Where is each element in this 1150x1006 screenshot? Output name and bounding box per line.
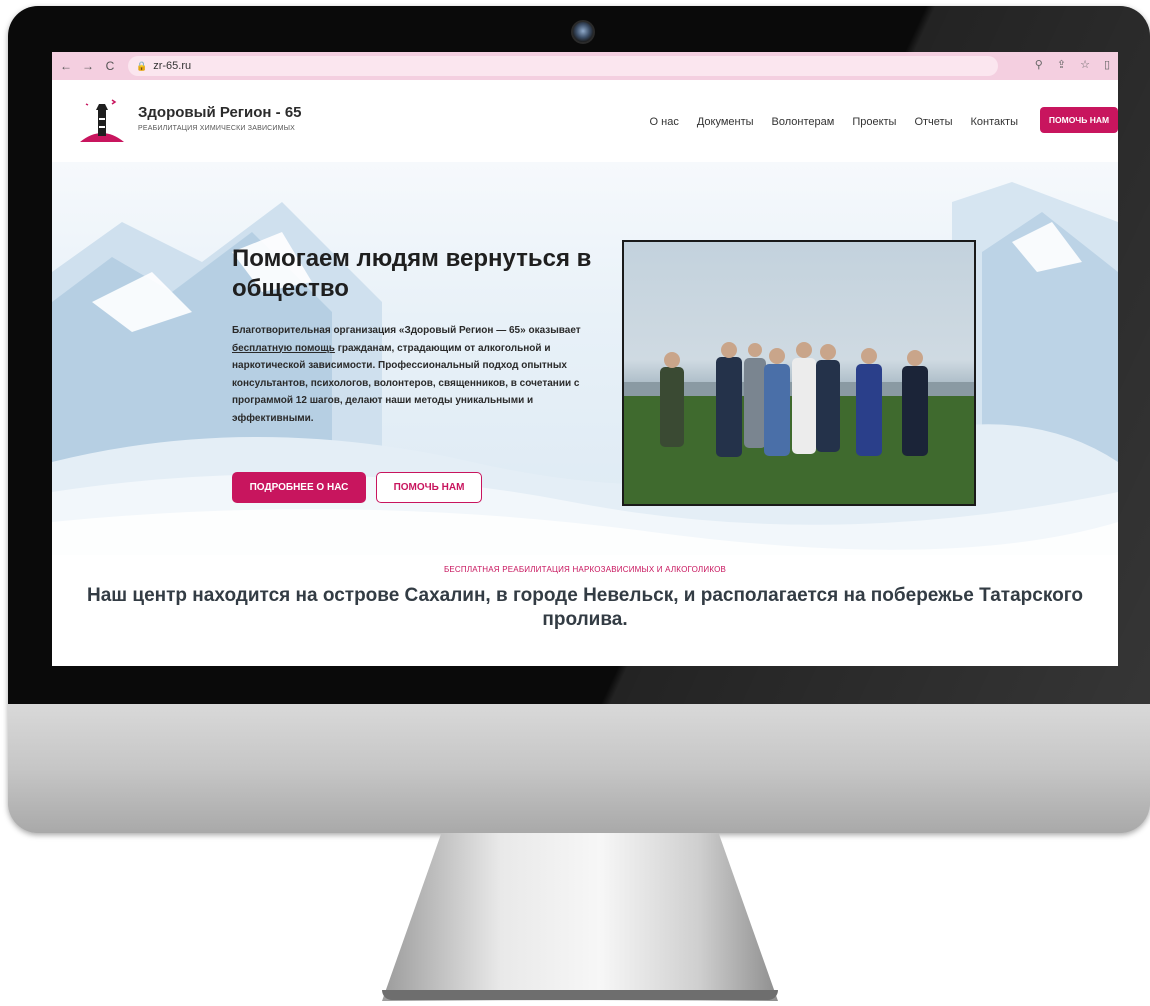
site-header: Здоровый Регион - 65 РЕАБИЛИТАЦИЯ ХИМИЧЕ…	[52, 80, 1118, 162]
section-headline: Наш центр находится на острове Сахалин, …	[86, 585, 1083, 630]
lock-icon: 🔒	[136, 60, 148, 71]
group-photo-illustration	[624, 342, 974, 504]
zoom-icon[interactable]: ⚲	[1035, 58, 1043, 71]
back-icon[interactable]: ←	[58, 59, 74, 73]
group-photo	[622, 240, 976, 506]
menu-item-contacts[interactable]: Контакты	[970, 116, 1018, 128]
main-menu: О нас Документы Волонтерам Проекты Отчет…	[650, 116, 1018, 128]
brand-title[interactable]: Здоровый Регион - 65	[138, 104, 302, 121]
forward-icon[interactable]: →	[80, 59, 96, 73]
monitor-stand-base	[382, 990, 778, 1000]
menu-item-about[interactable]: О нас	[650, 116, 679, 128]
url-text: zr-65.ru	[153, 60, 192, 72]
brand-subtitle: РЕАБИЛИТАЦИЯ ХИМИЧЕСКИ ЗАВИСИМЫХ	[138, 125, 295, 132]
help-us-button[interactable]: ПОМОЧЬ НАМ	[376, 472, 482, 503]
sidebar-icon[interactable]: ▯	[1104, 58, 1110, 71]
section-kicker: БЕСПЛАТНАЯ РЕАБИЛИТАЦИЯ НАРКОЗАВИСИМЫХ И…	[443, 565, 727, 574]
menu-item-projects[interactable]: Проекты	[852, 116, 896, 128]
reload-icon[interactable]: C	[102, 59, 118, 73]
browser-toolbar: ← → C 🔒 zr-65.ru ⚲ ⇪ ☆ ▯	[52, 52, 1118, 80]
hero-text-part-2: гражданам, страдающим от алкогольной и н…	[232, 342, 580, 424]
share-icon[interactable]: ⇪	[1057, 58, 1066, 71]
bookmark-star-icon[interactable]: ☆	[1080, 58, 1090, 71]
free-help-link[interactable]: бесплатную помощь	[232, 343, 335, 354]
menu-item-documents[interactable]: Документы	[697, 116, 754, 128]
hero-title: Помогаем людям вернуться в общество	[232, 245, 592, 302]
menu-item-reports[interactable]: Отчеты	[914, 116, 952, 128]
screen: ← → C 🔒 zr-65.ru ⚲ ⇪ ☆ ▯ Здоровый Регион…	[52, 52, 1118, 666]
monitor-stand	[382, 833, 778, 1001]
help-us-header-button[interactable]: ПОМОЧЬ НАМ	[1040, 107, 1118, 133]
lighthouse-logo-icon[interactable]	[78, 96, 126, 144]
hero-description: Благотворительная организация «Здоровый …	[232, 322, 592, 427]
camera-icon	[571, 20, 595, 44]
address-bar[interactable]: 🔒 zr-65.ru	[128, 56, 998, 76]
hero-text-part-1: Благотворительная организация «Здоровый …	[232, 325, 581, 336]
hero-section: Помогаем людям вернуться в общество Благ…	[52, 162, 1118, 555]
monitor-chin	[8, 704, 1150, 833]
menu-item-volunteers[interactable]: Волонтерам	[772, 116, 835, 128]
about-us-button[interactable]: ПОДРОБНЕЕ О НАС	[232, 472, 366, 503]
